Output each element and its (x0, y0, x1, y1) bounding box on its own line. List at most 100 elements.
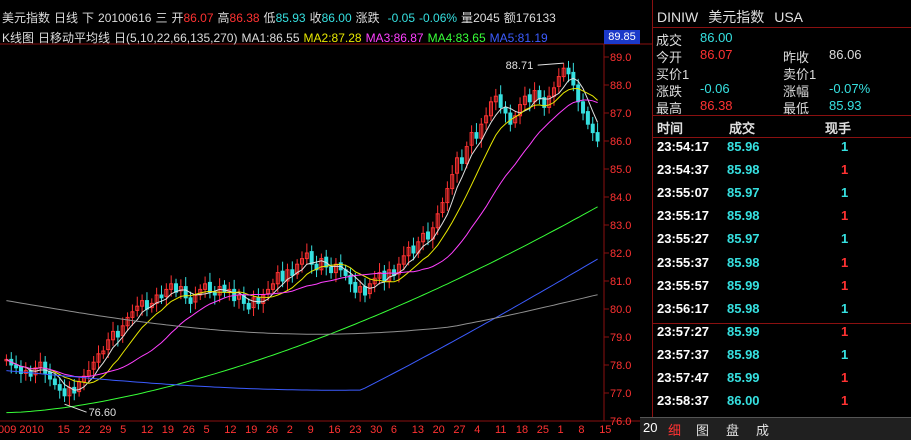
tick-volume: 1 (841, 231, 849, 247)
x-tick-label: 29 (99, 424, 111, 436)
candle-body (309, 251, 314, 265)
tick-row: 23:57:27 85.99 1 (653, 324, 911, 347)
tick-volume: 1 (841, 346, 849, 362)
candle-body (144, 300, 149, 310)
direction: 下 (82, 11, 95, 25)
ma-mode-prefix: 日 (114, 31, 127, 45)
amt-label: 额 (503, 11, 516, 25)
y-tick-label: 88.0 (610, 80, 631, 92)
weekday: 三 (155, 11, 168, 25)
candle-body (508, 112, 513, 125)
candle-body (527, 94, 532, 103)
ma3-label: MA3:86.87 (365, 31, 424, 45)
tick-time: 23:55:27 (657, 231, 710, 247)
tick-time: 23:57:47 (657, 370, 710, 385)
x-tick-label: 16 (328, 424, 340, 436)
candle-body (188, 297, 193, 304)
candle-body (280, 270, 285, 282)
x-tick-label: 25 (537, 424, 549, 436)
tick-time: 23:55:57 (657, 277, 710, 293)
divider (653, 115, 911, 116)
x-tick-label: 26 (183, 424, 195, 436)
bottom-tabs: 20 细 图 盘 成 (640, 417, 911, 440)
tick-row: 23:54:37 85.98 1 (653, 162, 911, 185)
y-tick-label: 83.0 (610, 220, 631, 232)
ma3-line (6, 99, 598, 378)
tick-price: 85.96 (727, 139, 760, 154)
tick-volume: 1 (841, 370, 849, 385)
tab-chart[interactable]: 图 (696, 420, 709, 439)
x-tick-label: 5 (203, 424, 209, 436)
high-label: 高 (217, 11, 230, 25)
high-value: 86.38 (229, 11, 260, 25)
open-value: 86.07 (700, 47, 733, 62)
tick-time: 23:57:27 (657, 323, 710, 339)
x-tick-label: 19 (245, 424, 257, 436)
candle-body (52, 378, 57, 386)
x-tick-label: 18 (516, 424, 528, 436)
y-tick-label: 76.0 (610, 416, 631, 428)
tick-price: 85.98 (727, 208, 760, 224)
tab-book[interactable]: 盘 (726, 420, 739, 439)
quote-header: 美元指数 日线下 20100616 三开86.07 高86.38 低85.93 收86.00… (2, 9, 560, 26)
candle-body (362, 286, 367, 296)
x-tick-label: 5 (120, 424, 126, 436)
candle-body (48, 371, 53, 380)
amt-value: 176133 (515, 11, 556, 25)
tick-time: 23:55:17 (657, 208, 710, 224)
tick-price: 85.99 (727, 370, 760, 385)
candle-body (576, 84, 581, 103)
x-tick-label: 1 (558, 424, 564, 436)
bar-date: 20100616 (98, 11, 152, 25)
candle-body (585, 111, 590, 125)
x-tick-label: 20 (433, 424, 445, 436)
ticks-price-header: 成交 (729, 121, 756, 136)
tick-price: 86.00 (727, 393, 760, 409)
candle-body (329, 266, 334, 274)
candle-body (382, 270, 387, 282)
tick-price: 85.99 (727, 323, 760, 339)
candle-body (246, 302, 251, 310)
tick-time: 23:54:17 (657, 139, 710, 154)
tick-volume: 1 (841, 185, 849, 201)
tick-price: 85.98 (727, 254, 760, 270)
tick-time: 23:57:37 (657, 346, 710, 362)
x-tick-label: 23 (349, 424, 361, 436)
ma6-line (6, 294, 598, 335)
ticks-vol-header: 现手 (825, 121, 852, 136)
tick-volume: 1 (841, 323, 849, 339)
tick-time: 23:58:37 (657, 393, 710, 409)
x-tick-label: 15 (58, 424, 70, 436)
ma5-label: MA5:81.19 (489, 31, 548, 45)
candle-body (207, 281, 212, 293)
tick-row: 23:58:37 86.00 1 (653, 393, 911, 416)
tick-row: 23:55:17 85.98 1 (653, 208, 911, 231)
y-tick-label: 87.0 (610, 108, 631, 120)
low-value: 85.93 (829, 98, 862, 113)
x-tick-label: 27 (453, 424, 465, 436)
y-tick-label: 89.0 (610, 52, 631, 64)
tab-corner: 20 (643, 420, 658, 435)
candle-body (212, 291, 217, 296)
panel-market: USA (774, 9, 804, 25)
symbol-name: 美元指数 (2, 11, 51, 25)
candle-body (57, 384, 62, 391)
candle-body (159, 294, 164, 299)
tab-detail[interactable]: 细 (668, 420, 681, 439)
tick-volume: 1 (841, 208, 849, 224)
kline-chart[interactable]: 89.0 88.0 87.0 86.0 85.0 84.0 83.0 82.0 81.0 80.0… (0, 0, 652, 439)
tab-trades[interactable]: 成 (756, 420, 769, 439)
tick-volume: 1 (841, 277, 849, 293)
chg-value: -0.05 (387, 11, 416, 25)
x-tick-label: 6 (391, 424, 397, 436)
ma4-label: MA4:83.65 (427, 31, 486, 45)
y-tick-label: 86.0 (610, 136, 631, 148)
candle-body (353, 281, 358, 293)
candle-body (503, 106, 508, 114)
ma1-label: MA1:86.55 (241, 31, 300, 45)
ma-mode[interactable]: 日移动平均线 (38, 31, 110, 45)
candle-body (474, 132, 479, 139)
x-tick-label: 9 (308, 424, 314, 436)
tick-row: 23:56:17 85.98 1 (653, 301, 911, 324)
vol-value: 2045 (473, 11, 500, 25)
